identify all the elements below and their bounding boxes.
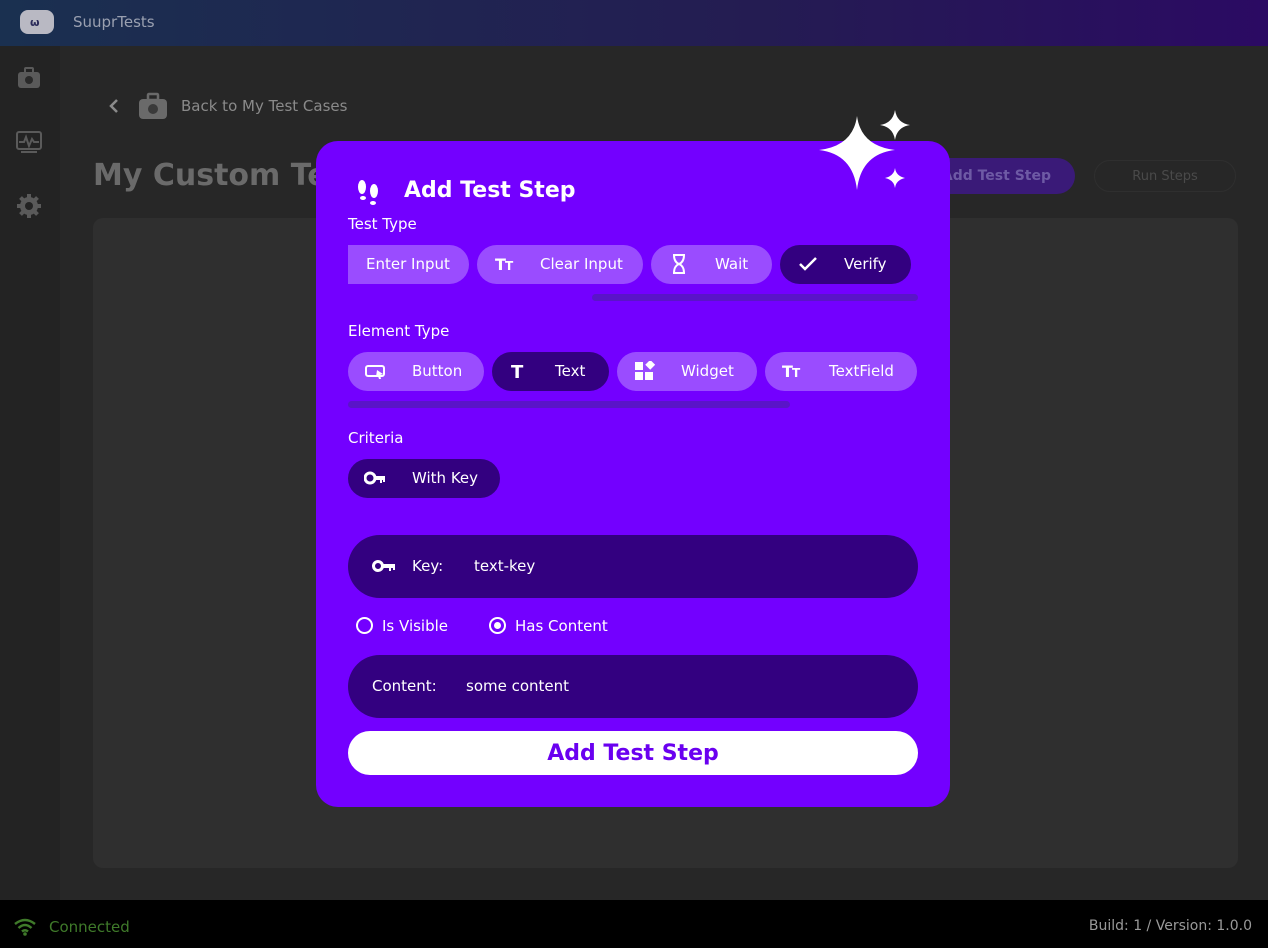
svg-text:T: T (792, 366, 801, 380)
key-input[interactable]: text-key (474, 557, 535, 575)
chevron-left-icon[interactable] (108, 98, 120, 114)
test-type-label: Test Type (348, 215, 417, 233)
checkmark-icon (799, 257, 817, 271)
radio-has-content-label[interactable]: Has Content (515, 617, 608, 635)
sparkle-icon (819, 110, 910, 190)
chip-label: Button (412, 362, 463, 380)
add-test-step-button[interactable]: Add Test Step (348, 731, 918, 775)
text-size-icon: T T (495, 255, 514, 274)
back-link[interactable]: Back to My Test Cases (181, 97, 347, 115)
sidebar (0, 46, 60, 900)
key-icon (364, 471, 385, 485)
radio-is-visible[interactable] (356, 617, 373, 634)
test-cases-icon[interactable] (16, 66, 42, 90)
element-type-label: Element Type (348, 322, 450, 340)
chip-label: Verify (844, 255, 887, 273)
dialog-title: Add Test Step (404, 178, 576, 203)
chip-clear-input[interactable]: T T Clear Input (477, 245, 643, 284)
footer-bar (0, 900, 1268, 948)
chip-label: With Key (412, 469, 479, 487)
element-type-scrollbar[interactable] (348, 401, 790, 408)
key-field-label: Key: (412, 557, 444, 575)
chip-label: Enter Input (366, 255, 450, 273)
chip-with-key[interactable]: With Key (348, 459, 500, 498)
widget-icon (635, 361, 656, 380)
button-icon (365, 365, 385, 379)
chip-text[interactable]: T Text (492, 352, 609, 391)
chip-button[interactable]: Button (348, 352, 484, 391)
build-version: Build: 1 / Version: 1.0.0 (1088, 918, 1252, 934)
chip-label: Wait (715, 255, 749, 273)
chip-label: Text (555, 362, 586, 380)
wifi-icon (14, 918, 36, 936)
hourglass-icon (673, 254, 685, 274)
app-title: SuuprTests (73, 13, 155, 31)
run-steps-button[interactable]: Run Steps (1094, 160, 1236, 192)
connection-status: Connected (49, 918, 130, 936)
chip-label: Clear Input (540, 255, 623, 273)
chip-verify[interactable]: Verify (780, 245, 911, 284)
text-icon: T (511, 362, 524, 381)
chip-textfield[interactable]: T T TextField (765, 352, 917, 391)
settings-icon[interactable] (16, 194, 42, 218)
key-icon (372, 560, 395, 572)
content-input[interactable]: some content (466, 677, 569, 695)
chip-wait[interactable]: Wait (651, 245, 772, 284)
footsteps-icon (358, 180, 378, 205)
radio-has-content[interactable] (489, 617, 506, 634)
chip-label: Widget (681, 362, 734, 380)
criteria-label: Criteria (348, 429, 404, 447)
chip-label: TextField (829, 362, 894, 380)
radio-is-visible-label[interactable]: Is Visible (382, 617, 448, 635)
test-type-scrollbar[interactable] (592, 294, 918, 301)
chip-widget[interactable]: Widget (617, 352, 757, 391)
svg-text:T: T (511, 362, 524, 381)
top-bar (0, 0, 1268, 46)
test-case-bag-icon (139, 92, 167, 119)
content-field-label: Content: (372, 677, 437, 695)
text-size-icon: T T (782, 362, 801, 381)
monitor-icon[interactable] (16, 130, 42, 154)
app-logo-icon: ω (20, 10, 54, 34)
chip-enter-input[interactable]: Enter Input (348, 245, 469, 284)
svg-text:T: T (505, 259, 514, 273)
